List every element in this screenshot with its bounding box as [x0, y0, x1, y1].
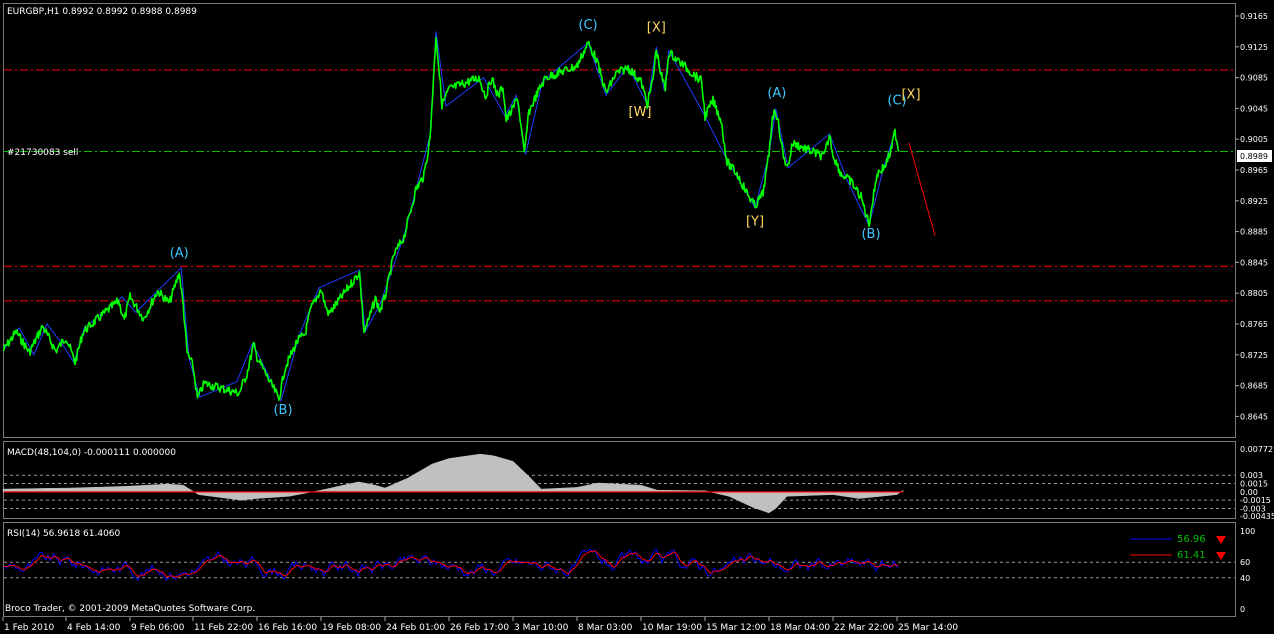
x-tick-label: 15 Mar 12:00 — [706, 623, 766, 633]
rsi-legend-value-main: 56.96 — [1177, 534, 1206, 545]
rsi-y-tick-label: 40 — [1240, 574, 1250, 583]
wave-label: (B) — [273, 403, 292, 418]
wave-label: (A) — [767, 86, 786, 101]
x-tick-label: 26 Feb 17:00 — [450, 623, 509, 633]
y-tick-label: 0.8885 — [1240, 228, 1268, 237]
wave-label: [Y] — [746, 214, 764, 229]
y-tick-label: 0.9165 — [1240, 12, 1268, 21]
x-tick-label: 3 Mar 10:00 — [514, 623, 569, 633]
x-tick-label: 8 Mar 03:00 — [578, 623, 633, 633]
rsi-y-tick-label: 100 — [1240, 527, 1255, 536]
wave-label: [X] — [901, 87, 920, 102]
x-tick-label: 1 Feb 2010 — [4, 623, 55, 633]
x-tick-label: 22 Mar 22:00 — [834, 623, 894, 633]
rsi-legend-down-arrow-icon-2 — [1216, 552, 1226, 560]
x-tick-label: 10 Mar 19:00 — [642, 623, 702, 633]
x-tick-label: 25 Mar 14:00 — [898, 623, 958, 633]
y-tick-label: 0.8805 — [1240, 289, 1268, 298]
rsi-main-line — [3, 547, 899, 582]
y-tick-label: 0.8645 — [1240, 412, 1268, 421]
x-tick-label: 16 Feb 16:00 — [258, 623, 317, 633]
y-tick-label: 0.8845 — [1240, 258, 1268, 267]
rsi-title: RSI(14) 56.9618 61.4060 — [7, 529, 121, 539]
chart-canvas: (A)(B)(C) [X][W][Y](A)(B)(C)[X] 0.007720.… — [2, 3, 1274, 633]
wave-label: [X] — [647, 20, 666, 35]
macd-y-tick-label: 0.00772 — [1240, 445, 1273, 454]
x-tick-label: 11 Feb 22:00 — [194, 623, 253, 633]
price-box-text: 0.8989 — [1240, 152, 1268, 161]
y-tick-label: 0.9005 — [1240, 135, 1268, 144]
rsi-y-tick-label: 0 — [1240, 605, 1245, 614]
symbol-info: EURGBP,H1 0.8992 0.8992 0.8988 0.8989 — [7, 7, 197, 17]
price-line — [2, 36, 900, 402]
y-tick-label: 0.9125 — [1240, 43, 1268, 52]
x-tick-label: 24 Feb 01:00 — [386, 623, 445, 633]
rsi-y-tick-label: 60 — [1240, 558, 1250, 567]
wave-label: (A) — [170, 246, 189, 261]
x-tick-label: 4 Feb 14:00 — [67, 623, 121, 633]
y-tick-label: 0.8685 — [1240, 382, 1268, 391]
x-tick-label: 19 Feb 08:00 — [322, 623, 381, 633]
y-tick-label: 0.8925 — [1240, 197, 1268, 206]
macd-panel — [3, 441, 1236, 519]
y-tick-label: 0.9045 — [1240, 104, 1268, 113]
y-tick-label: 0.8725 — [1240, 351, 1268, 360]
wave-label: (C) — [578, 18, 597, 33]
x-tick-label: 18 Mar 04:00 — [770, 623, 830, 633]
wave-label: (B) — [861, 227, 880, 242]
rsi-panel — [3, 522, 1236, 617]
macd-title: MACD(48,104,0) -0.000111 0.000000 — [7, 448, 176, 458]
y-tick-label: 0.9085 — [1240, 74, 1268, 83]
wave-label: [W] — [629, 105, 652, 120]
y-tick-label: 0.8965 — [1240, 166, 1268, 175]
y-tick-label: 0.8765 — [1240, 320, 1268, 329]
macd-y-tick-label: -0.00435 — [1240, 512, 1274, 521]
rsi-legend-down-arrow-icon — [1216, 536, 1226, 544]
rsi-legend-value-signal: 61.41 — [1177, 550, 1206, 561]
copyright: Broco Trader, © 2001-2009 MetaQuotes Sof… — [5, 604, 255, 614]
projection-line — [908, 142, 936, 236]
x-tick-label: 9 Feb 06:00 — [131, 623, 185, 633]
order-line-label: #21730083 sell — [7, 148, 78, 158]
